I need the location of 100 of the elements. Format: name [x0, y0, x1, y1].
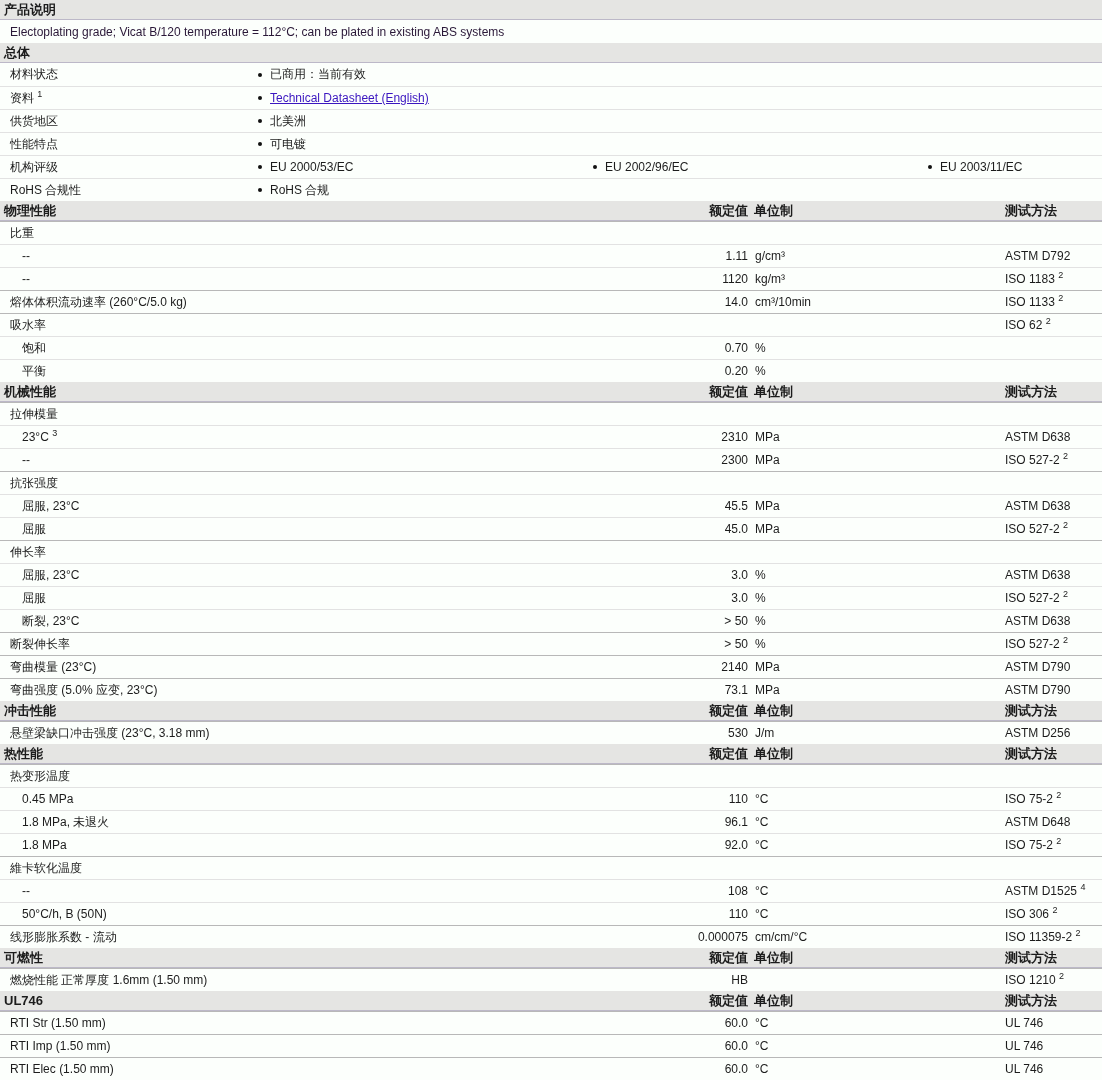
- test-method: ISO 1210 $^{2}$: [1005, 973, 1066, 987]
- test-method: ISO 527-2 $^{2}$: [1005, 453, 1070, 467]
- section-title: UL746: [3, 993, 45, 1008]
- property-value: 0.20: [723, 364, 748, 378]
- property-value: 14.0: [723, 295, 748, 309]
- column-heading: 额定值: [708, 701, 748, 720]
- section-title: 热性能: [3, 744, 44, 763]
- bullet-icon: [258, 165, 262, 169]
- test-method: ASTM D638: [1005, 499, 1072, 513]
- column-heading: 额定值: [708, 948, 748, 967]
- property-label: 23°C $^{3}$: [21, 430, 59, 444]
- section-title: 物理性能: [3, 201, 57, 220]
- property-label: 熔体体积流动速率 (260°C/5.0 kg): [9, 293, 188, 311]
- column-heading: 单位制: [753, 701, 794, 720]
- test-method: ASTM D792: [1005, 249, 1072, 263]
- property-label: RoHS 合规性: [9, 181, 83, 199]
- property-value: > 50: [723, 637, 748, 651]
- property-value: 3.0: [730, 568, 748, 582]
- unit-text: %: [754, 637, 767, 651]
- property-value: 110: [727, 907, 748, 921]
- column-heading: 测试方法: [1005, 382, 1058, 401]
- test-method: ISO 527-2 $^{2}$: [1005, 522, 1070, 536]
- unit-text: °C: [754, 838, 770, 852]
- property-value: 2300: [720, 453, 748, 467]
- property-label: 断裂, 23°C: [21, 612, 81, 630]
- property-value: 60.0: [723, 1016, 748, 1030]
- test-method: ASTM D256: [1005, 726, 1072, 740]
- unit-text: kg/m³: [754, 272, 786, 286]
- section-title: 可燃性: [3, 948, 44, 967]
- property-label: 屈服, 23°C: [21, 566, 81, 584]
- unit-text: MPa: [754, 499, 781, 513]
- test-method: UL 746: [1005, 1039, 1045, 1053]
- property-value: 1.11: [724, 249, 748, 263]
- property-value: 可电镀: [270, 135, 306, 153]
- property-label: 供货地区: [9, 112, 59, 130]
- property-label: 1.8 MPa, 未退火: [21, 813, 111, 831]
- property-label: 弯曲模量 (23°C): [9, 658, 98, 676]
- property-label: 50°C/h, B (50N): [21, 907, 108, 921]
- property-value: EU 2003/11/EC: [940, 160, 1023, 174]
- column-heading: 单位制: [753, 382, 794, 401]
- unit-text: %: [754, 614, 767, 628]
- property-label: --: [21, 249, 31, 263]
- property-label: 材料状态: [9, 66, 59, 83]
- property-value: 3.0: [730, 591, 748, 605]
- unit-text: g/cm³: [754, 249, 786, 263]
- property-label: 比重: [9, 224, 35, 242]
- property-value: 530: [726, 726, 748, 740]
- property-value: EU 2000/53/EC: [270, 160, 354, 174]
- property-label: 屈服, 23°C: [21, 497, 81, 515]
- column-heading: 测试方法: [1005, 701, 1058, 720]
- test-method: UL 746: [1005, 1016, 1045, 1030]
- property-value: 96.1: [723, 815, 748, 829]
- column-heading: 额定值: [708, 991, 748, 1010]
- test-method: ISO 1183 $^{2}$: [1005, 272, 1065, 286]
- datasheet-link[interactable]: Technical Datasheet (English): [270, 91, 429, 105]
- test-method: ASTM D790: [1005, 660, 1072, 674]
- description-text: Electoplating grade; Vicat B/120 temperature = 112°C; can be plated in existing ABS systems: [9, 24, 506, 39]
- column-heading: 测试方法: [1005, 744, 1058, 763]
- property-value: EU 2002/96/EC: [605, 160, 689, 174]
- property-label: RTI Imp (1.50 mm): [9, 1039, 112, 1053]
- property-label: 0.45 MPa: [21, 792, 75, 806]
- property-value: 1120: [721, 272, 748, 286]
- property-label: 吸水率: [9, 316, 47, 334]
- property-label: 屈服: [21, 589, 47, 607]
- column-heading: 单位制: [753, 201, 794, 220]
- bullet-icon: [258, 142, 262, 146]
- test-method: ISO 527-2 $^{2}$: [1005, 637, 1070, 651]
- test-method: ASTM D648: [1005, 815, 1072, 829]
- property-value: 73.1: [723, 683, 748, 697]
- property-value: 2140: [720, 660, 748, 674]
- section-title: 产品说明: [3, 0, 57, 19]
- property-label: 性能特点: [9, 135, 59, 153]
- unit-text: °C: [754, 907, 770, 921]
- bullet-icon: [928, 165, 932, 169]
- column-heading: 测试方法: [1005, 948, 1058, 967]
- test-method: ASTM D638: [1005, 614, 1072, 628]
- section-title: 总体: [2, 43, 31, 62]
- unit-text: MPa: [754, 430, 781, 444]
- property-label: 平衡: [21, 362, 47, 380]
- test-method: ISO 75-2 $^{2}$: [1005, 838, 1063, 852]
- property-value: 0.70: [723, 341, 748, 355]
- bullet-icon: [258, 188, 262, 192]
- unit-text: %: [754, 364, 767, 378]
- test-method: UL 746: [1005, 1062, 1045, 1076]
- property-label: 资料 $^{1}$: [9, 89, 44, 107]
- test-method: ISO 62 $^{2}$: [1005, 318, 1052, 332]
- unit-text: °C: [754, 792, 770, 806]
- property-label: 弯曲强度 (5.0% 应变, 23°C): [9, 681, 159, 699]
- property-label: RTI Str (1.50 mm): [9, 1016, 107, 1030]
- property-label: 机构评级: [9, 158, 59, 176]
- unit-text: cm/cm/°C: [754, 930, 809, 944]
- unit-text: %: [754, 591, 767, 605]
- test-method: ISO 1133 $^{2}$: [1005, 295, 1065, 309]
- bullet-icon: [258, 119, 262, 123]
- column-heading: 测试方法: [1005, 201, 1058, 220]
- property-label: --: [21, 884, 31, 898]
- unit-text: cm³/10min: [754, 295, 812, 309]
- property-value: 45.0: [723, 522, 748, 536]
- property-label: 拉伸模量: [9, 405, 59, 423]
- column-heading: 单位制: [753, 948, 794, 967]
